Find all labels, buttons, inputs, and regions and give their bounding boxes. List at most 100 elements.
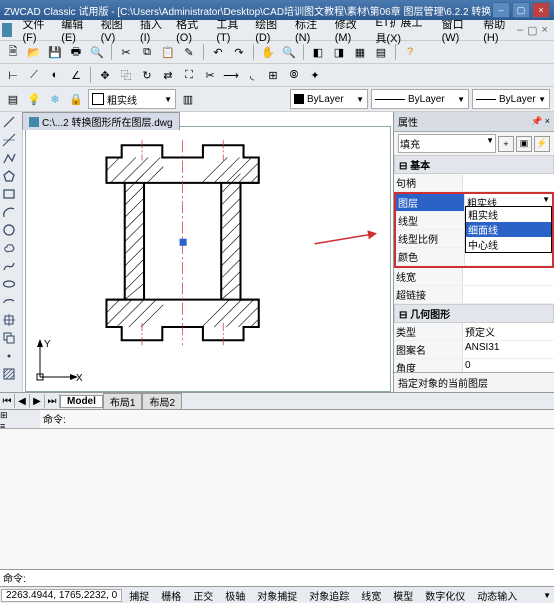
prop-layer-row[interactable]: 图层 粗实线▼ 粗实线 细面线 中心线	[396, 194, 552, 212]
cmd-icon-2[interactable]: ≡	[0, 421, 40, 431]
lineweight-select[interactable]: ByLayer▼	[472, 89, 550, 109]
move-icon[interactable]: ✥	[96, 66, 114, 84]
rotate-icon[interactable]: ↻	[138, 66, 156, 84]
minimize-button[interactable]: –	[492, 2, 510, 18]
layer-states-icon[interactable]: ▥	[179, 90, 197, 108]
tool1-icon[interactable]: ◧	[309, 43, 327, 61]
dim-align-icon[interactable]: ⟋	[25, 66, 43, 84]
layer-option-1[interactable]: 粗实线	[466, 207, 551, 222]
rectangle-icon[interactable]	[1, 186, 17, 202]
cmd-icon-1[interactable]: ⊞	[0, 410, 40, 421]
layer-dropdown[interactable]: 粗实线 细面线 中心线	[465, 206, 552, 253]
polyline-icon[interactable]	[1, 150, 17, 166]
pick-add-icon[interactable]: +	[498, 136, 514, 152]
document-tab[interactable]: C:\...2 转换图形所在图层.dwg	[22, 112, 180, 130]
doc-restore-button[interactable]: ▢	[527, 24, 537, 37]
match-icon[interactable]: ✎	[180, 43, 198, 61]
help-icon[interactable]: ?	[401, 43, 419, 61]
osnap-toggle[interactable]: 对象捕捉	[251, 587, 303, 604]
hatch-icon[interactable]	[1, 366, 17, 382]
command-line[interactable]: 命令:	[0, 569, 554, 586]
layer-option-3[interactable]: 中心线	[466, 237, 551, 252]
fillet-icon[interactable]: ◟	[243, 66, 261, 84]
spline-icon[interactable]	[1, 258, 17, 274]
make-block-icon[interactable]	[1, 330, 17, 346]
tab-prev-icon[interactable]: ◀	[15, 394, 30, 408]
object-type-select[interactable]: 填充 ▼	[398, 134, 496, 153]
undo-icon[interactable]: ↶	[209, 43, 227, 61]
otrack-toggle[interactable]: 对象追踪	[303, 587, 355, 604]
quick-select-icon[interactable]: ⚡	[534, 136, 550, 152]
lwt-toggle[interactable]: 线宽	[355, 587, 387, 604]
open-icon[interactable]: 📂	[25, 43, 43, 61]
snap-toggle[interactable]: 捕捉	[123, 587, 155, 604]
dim-angle-icon[interactable]: ∠	[67, 66, 85, 84]
linetype-select[interactable]: ByLayer▼	[371, 89, 469, 109]
copy-icon[interactable]: ⧉	[138, 43, 156, 61]
xline-icon[interactable]	[1, 132, 17, 148]
lock-icon[interactable]: 🔒	[67, 90, 85, 108]
chevron-down-icon[interactable]: ▼	[540, 591, 554, 600]
tab-first-icon[interactable]: ⏮	[0, 394, 15, 408]
print-icon[interactable]: 🖶	[67, 43, 85, 61]
point-icon[interactable]	[1, 348, 17, 364]
circle-icon[interactable]	[1, 222, 17, 238]
polar-toggle[interactable]: 极轴	[219, 587, 251, 604]
preview-icon[interactable]: 🔍	[88, 43, 106, 61]
layer-option-2[interactable]: 细面线	[466, 222, 551, 237]
cut-icon[interactable]: ✂	[117, 43, 135, 61]
color-select[interactable]: ■ ByLayer▼	[290, 89, 368, 109]
doc-minimize-button[interactable]: –	[517, 24, 523, 36]
panel-pin-icon[interactable]: 📌 ×	[531, 116, 550, 127]
copy2-icon[interactable]: ⿻	[117, 66, 135, 84]
line-icon[interactable]	[1, 114, 17, 130]
tab-model[interactable]: Model	[60, 395, 103, 408]
freeze-icon[interactable]: ❄	[46, 90, 64, 108]
array-icon[interactable]: ⊞	[264, 66, 282, 84]
save-icon[interactable]: 💾	[46, 43, 64, 61]
current-layer-select[interactable]: 粗实线 ▼	[88, 89, 176, 109]
tool4-icon[interactable]: ▤	[372, 43, 390, 61]
dyn-toggle[interactable]: 动态输入	[471, 587, 523, 604]
dim-radius-icon[interactable]: ◐	[46, 66, 64, 84]
maximize-button[interactable]: ▢	[512, 2, 530, 18]
model-toggle[interactable]: 模型	[387, 587, 419, 604]
close-button[interactable]: ×	[532, 2, 550, 18]
revcloud-icon[interactable]	[1, 240, 17, 256]
redo-icon[interactable]: ↷	[230, 43, 248, 61]
polygon-icon[interactable]	[1, 168, 17, 184]
doc-close-button[interactable]: ×	[542, 24, 548, 36]
tab-next-icon[interactable]: ▶	[30, 394, 45, 408]
tab-layout2[interactable]: 布局2	[142, 393, 182, 410]
zoom-icon[interactable]: 🔍	[280, 43, 298, 61]
coordinates-display[interactable]: 2263.4944, 1765.2232, 0	[1, 589, 122, 602]
tool2-icon[interactable]: ◨	[330, 43, 348, 61]
arc-icon[interactable]	[1, 204, 17, 220]
tool3-icon[interactable]: ▦	[351, 43, 369, 61]
pan-icon[interactable]: ✋	[259, 43, 277, 61]
bulb-icon[interactable]: 💡	[25, 90, 43, 108]
digitize-toggle[interactable]: 数字化仪	[419, 587, 471, 604]
trim-icon[interactable]: ✂	[201, 66, 219, 84]
insert-block-icon[interactable]	[1, 312, 17, 328]
scale-icon[interactable]: ⛶	[180, 66, 198, 84]
ellipse-icon[interactable]	[1, 276, 17, 292]
mirror-icon[interactable]: ⇄	[159, 66, 177, 84]
ellipse-arc-icon[interactable]	[1, 294, 17, 310]
dim-linear-icon[interactable]: ⊢	[4, 66, 22, 84]
explode-icon[interactable]: ✦	[306, 66, 324, 84]
section-geometry[interactable]: ⊟ 几何图形	[394, 304, 554, 323]
properties-header[interactable]: 属性 📌 ×	[394, 112, 554, 132]
tab-last-icon[interactable]: ⏭	[45, 394, 60, 408]
grid-toggle[interactable]: 栅格	[155, 587, 187, 604]
extend-icon[interactable]: ⟶	[222, 66, 240, 84]
properties-body[interactable]: ⊟ 基本 句柄 图层 粗实线▼ 粗实线 细面线 中心线 线型0 线型比例	[394, 155, 554, 372]
section-basic[interactable]: ⊟ 基本	[394, 155, 554, 174]
paste-icon[interactable]: 📋	[159, 43, 177, 61]
drawing-canvas[interactable]: Y X	[25, 126, 391, 392]
layer-mgr-icon[interactable]: ▤	[4, 90, 22, 108]
command-input[interactable]	[29, 570, 554, 586]
new-icon[interactable]: 🗎	[4, 43, 22, 61]
tab-layout1[interactable]: 布局1	[103, 393, 143, 410]
offset-icon[interactable]: ⦾	[285, 66, 303, 84]
